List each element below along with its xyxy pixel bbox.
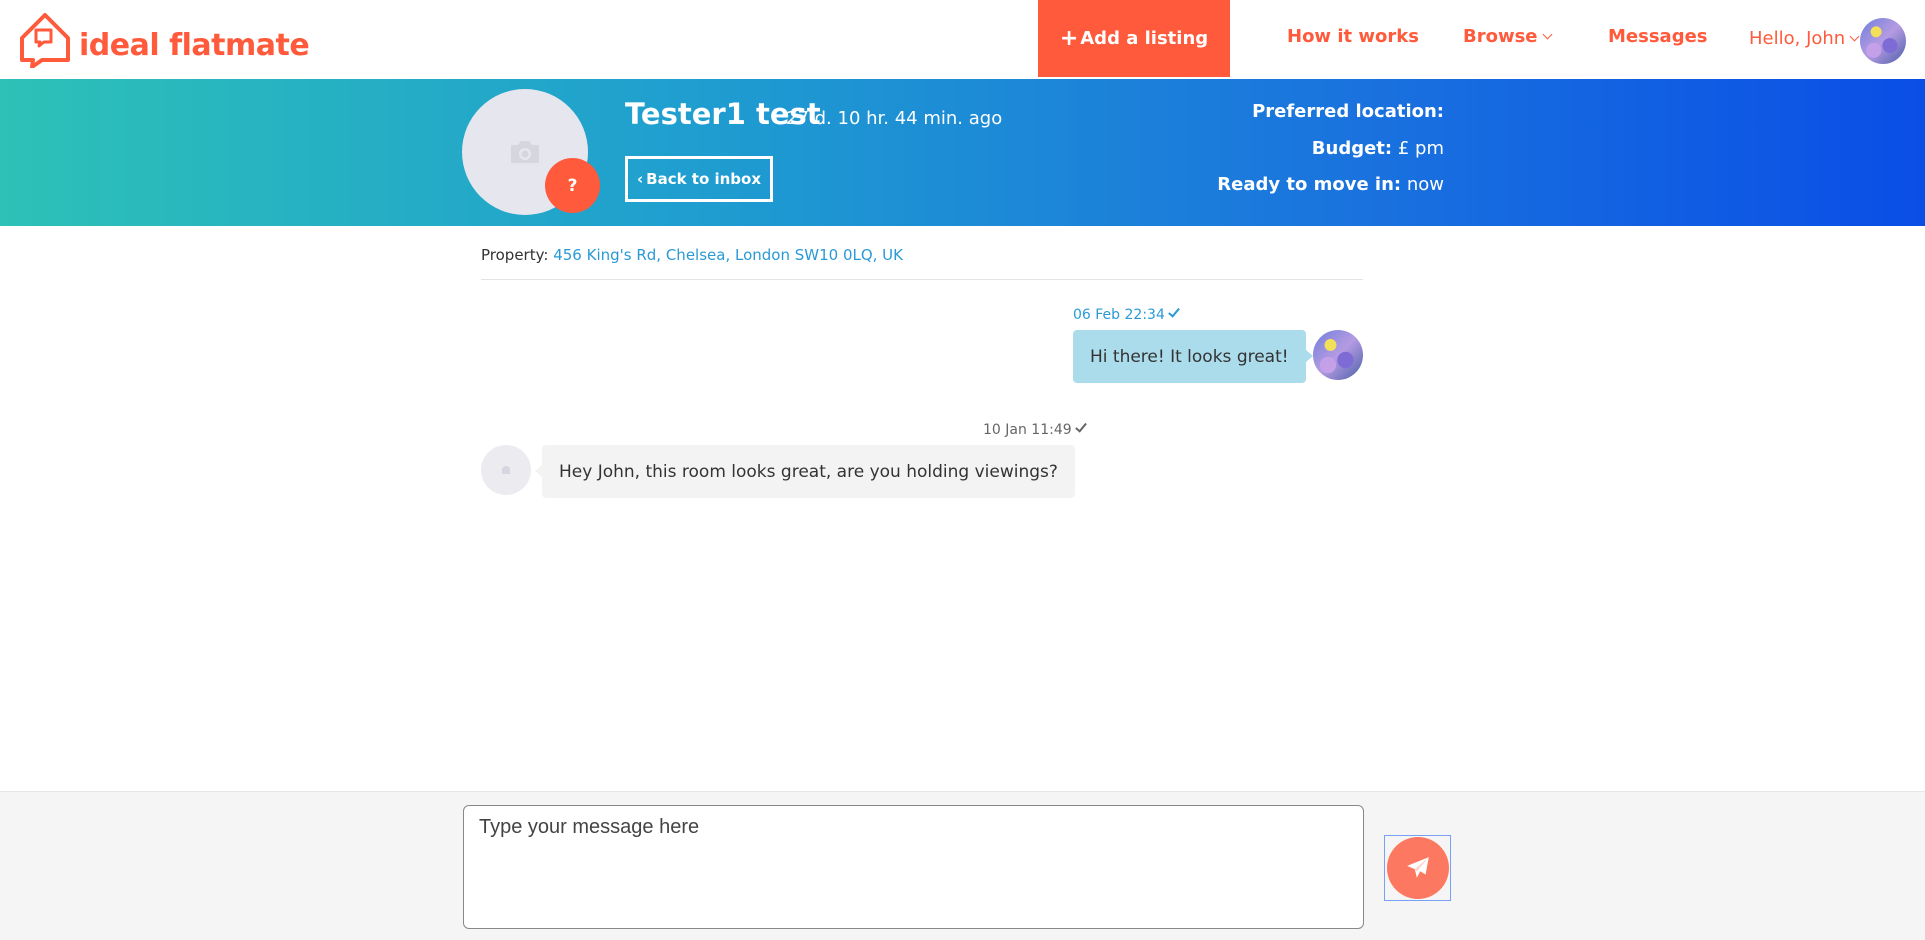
message-text: Hey John, this room looks great, are you… [559, 461, 1058, 482]
camera-icon [511, 141, 539, 163]
message-text: Hi there! It looks great! [1090, 346, 1289, 367]
top-navigation: ideal flatmate + Add a listing How it wo… [0, 0, 1925, 78]
plus-icon: + [1059, 26, 1079, 51]
check-icon [1168, 305, 1180, 318]
logo[interactable]: ideal flatmate [18, 12, 310, 68]
send-button-focus-ring [1384, 835, 1451, 901]
preferred-location-label: Preferred location: [1252, 101, 1444, 122]
user-menu[interactable]: Hello, John [1749, 28, 1860, 49]
paper-plane-icon [1406, 857, 1429, 878]
property-address-link[interactable]: 456 King's Rd, Chelsea, London SW10 0LQ,… [553, 246, 903, 264]
user-greeting: Hello, John [1749, 28, 1846, 49]
contact-avatar [481, 445, 531, 495]
budget-value: £ pm [1397, 138, 1444, 159]
add-listing-button[interactable]: + Add a listing [1038, 0, 1230, 77]
chevron-left-icon: ‹ [636, 170, 644, 188]
user-avatar[interactable] [1860, 18, 1906, 64]
message-timestamp: 10 Jan 11:49 [983, 420, 1087, 438]
chevron-down-icon [1542, 29, 1552, 40]
message-composer [0, 791, 1925, 940]
brand-name: ideal flatmate [79, 27, 310, 63]
nav-browse-label: Browse [1463, 26, 1538, 47]
send-button[interactable] [1386, 837, 1449, 899]
preferred-location: Preferred location: [1252, 101, 1444, 122]
move-in-date: Ready to move in: now [1217, 174, 1444, 195]
message-timestamp: 06 Feb 22:34 [1073, 305, 1180, 323]
budget-label: Budget: [1311, 138, 1393, 159]
nav-messages[interactable]: Messages [1608, 26, 1708, 47]
move-in-value: now [1406, 174, 1444, 195]
verification-badge[interactable]: ? [545, 158, 600, 213]
budget: Budget: £ pm [1312, 138, 1444, 159]
received-message-bubble: Hey John, this room looks great, are you… [535, 445, 1075, 498]
sender-avatar [1313, 330, 1363, 380]
conversation-header: ? Tester1 test 27 d. 10 hr. 44 min. ago … [0, 79, 1925, 226]
check-icon [1074, 420, 1087, 433]
back-to-inbox-label: Back to inbox [646, 170, 762, 188]
message-time: 06 Feb 22:34 [1073, 307, 1165, 323]
property-label: Property: [481, 246, 549, 264]
message-time: 10 Jan 11:49 [983, 422, 1072, 438]
house-speech-bubble-icon [20, 13, 70, 68]
add-listing-label: Add a listing [1080, 28, 1209, 49]
chevron-down-icon [1849, 31, 1860, 42]
bell-icon [502, 466, 510, 474]
nav-browse[interactable]: Browse [1463, 26, 1552, 47]
last-active: 27 d. 10 hr. 44 min. ago [786, 108, 1003, 129]
divider [481, 279, 1363, 280]
nav-how-it-works[interactable]: How it works [1287, 26, 1419, 47]
back-to-inbox-button[interactable]: ‹ Back to inbox [625, 156, 773, 202]
sent-message-bubble: Hi there! It looks great! [1073, 330, 1313, 383]
move-in-label: Ready to move in: [1217, 174, 1402, 195]
property-info: Property: 456 King's Rd, Chelsea, London… [481, 246, 903, 264]
message-input[interactable] [463, 805, 1364, 929]
